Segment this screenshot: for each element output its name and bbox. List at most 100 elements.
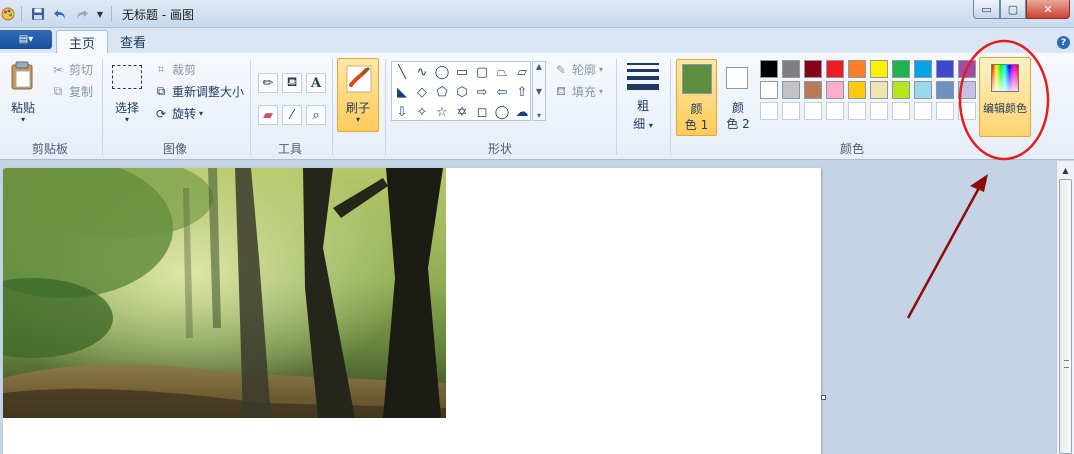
paste-label: 粘贴 — [10, 101, 35, 115]
size-button[interactable]: 粗 细 ▾ — [622, 59, 664, 133]
shape-item[interactable]: ▭ — [452, 62, 472, 82]
shape-item[interactable]: ◻ — [472, 102, 492, 122]
shape-item[interactable]: ✡ — [452, 102, 472, 122]
custom-color-slot[interactable] — [958, 102, 976, 120]
custom-color-slot[interactable] — [848, 102, 866, 120]
shape-item[interactable]: ⬠ — [432, 82, 452, 102]
shape-item[interactable]: ☆ — [432, 102, 452, 122]
save-icon[interactable] — [30, 5, 46, 23]
redo-icon[interactable] — [73, 5, 89, 23]
custom-color-slot[interactable] — [936, 102, 954, 120]
palette-swatch[interactable] — [958, 81, 976, 99]
shape-item[interactable]: ╲ — [392, 62, 412, 82]
minimize-button[interactable]: ▭ — [973, 0, 1000, 19]
fill-button[interactable]: ⛾ 填充 ▾ — [553, 83, 603, 100]
paste-button[interactable]: 粘贴 ▾ — [4, 57, 42, 131]
file-menu-icon: ▤▾ — [18, 34, 34, 45]
shape-item[interactable]: ⇩ — [392, 102, 412, 122]
custom-color-slot[interactable] — [782, 102, 800, 120]
palette-swatch[interactable] — [870, 60, 888, 78]
vertical-scrollbar[interactable]: ▲ — [1056, 161, 1074, 454]
custom-color-slot[interactable] — [870, 102, 888, 120]
color-2-button[interactable]: 颜 色 2 — [720, 59, 756, 136]
scrollbar-thumb[interactable] — [1059, 179, 1072, 454]
palette-swatch[interactable] — [958, 60, 976, 78]
custom-color-slot[interactable] — [804, 102, 822, 120]
palette-swatch[interactable] — [892, 81, 910, 99]
shape-item[interactable]: ☁ — [512, 102, 532, 122]
maximize-button[interactable]: ▢ — [1000, 0, 1026, 19]
magnifier-tool[interactable]: ⌕ — [306, 105, 326, 125]
edit-colors-button[interactable]: 编辑颜色 — [979, 57, 1031, 137]
file-menu-button[interactable]: ▤▾ — [0, 30, 52, 49]
color-1-label-bottom: 色 1 — [684, 118, 709, 132]
palette-swatch[interactable] — [804, 60, 822, 78]
palette-swatch[interactable] — [892, 60, 910, 78]
palette-swatch[interactable] — [848, 60, 866, 78]
outline-icon: ✎ — [555, 62, 567, 77]
scroll-up-arrow-icon[interactable]: ▲ — [1057, 162, 1074, 178]
canvas-resize-handle-right[interactable] — [821, 395, 826, 400]
shape-item[interactable]: ◇ — [412, 82, 432, 102]
shape-item[interactable]: ⇦ — [492, 82, 512, 102]
eraser-tool[interactable]: ▰ — [258, 105, 278, 125]
palette-swatch[interactable] — [804, 81, 822, 99]
shape-item[interactable]: ∿ — [412, 62, 432, 82]
palette-swatch[interactable] — [782, 60, 800, 78]
palette-swatch[interactable] — [760, 81, 778, 99]
cut-button[interactable]: ✂ 剪切 — [50, 61, 93, 78]
resize-icon: ⧉ — [156, 84, 166, 98]
select-label: 选择 — [114, 101, 139, 115]
minimize-icon: ▭ — [981, 2, 992, 16]
expand-gallery-icon[interactable]: ▾ — [537, 111, 541, 120]
shape-item[interactable]: ⏢ — [492, 62, 512, 82]
palette-swatch[interactable] — [826, 60, 844, 78]
paint-bucket-icon: ⛾ — [286, 74, 298, 90]
palette-swatch[interactable] — [782, 81, 800, 99]
shape-item[interactable]: ▢ — [472, 62, 492, 82]
color-picker-tool[interactable]: ⁄ — [282, 105, 302, 125]
palette-swatch[interactable] — [914, 81, 932, 99]
rotate-button[interactable]: ⟳ 旋转 ▾ — [153, 105, 203, 122]
shape-item[interactable]: ⇨ — [472, 82, 492, 102]
shape-item[interactable]: ◯ — [432, 62, 452, 82]
brush-button[interactable]: 刷子 ▾ — [337, 58, 379, 132]
palette-swatch[interactable] — [870, 81, 888, 99]
palette-swatch[interactable] — [936, 60, 954, 78]
fill-tool[interactable]: ⛾ — [282, 73, 302, 93]
custom-color-slot[interactable] — [760, 102, 778, 120]
text-tool[interactable]: A — [306, 73, 326, 93]
custom-color-slot[interactable] — [892, 102, 910, 120]
scroll-up-icon[interactable]: ▲ — [536, 62, 542, 71]
shape-item[interactable]: ⬡ — [452, 82, 472, 102]
close-button[interactable]: ✕ — [1026, 0, 1070, 19]
size-label-top: 粗 — [636, 99, 649, 113]
custom-color-slot[interactable] — [914, 102, 932, 120]
undo-icon[interactable] — [52, 5, 68, 23]
shape-item[interactable]: ⇧ — [512, 82, 532, 102]
palette-swatch[interactable] — [826, 81, 844, 99]
crop-button[interactable]: ⌗ 裁剪 — [153, 61, 196, 78]
copy-button[interactable]: ⧉ 复制 — [50, 83, 93, 100]
select-button[interactable]: 选择 ▾ — [108, 59, 146, 131]
shape-item[interactable]: ◯ — [492, 102, 512, 122]
custom-color-slot[interactable] — [826, 102, 844, 120]
shape-item[interactable]: ✧ — [412, 102, 432, 122]
shape-item[interactable]: ◣ — [392, 82, 412, 102]
shape-item[interactable]: ⏥ — [512, 62, 532, 82]
resize-button[interactable]: ⧉ 重新调整大小 — [153, 83, 244, 100]
palette-swatch[interactable] — [914, 60, 932, 78]
color-1-button[interactable]: 颜 色 1 — [676, 59, 717, 136]
scroll-down-icon[interactable]: ▼ — [536, 87, 542, 96]
tab-view[interactable]: 查看 — [108, 30, 158, 53]
shapes-scroll[interactable]: ▲ ▼ ▾ — [532, 61, 546, 121]
customize-quick-access-icon[interactable]: ▼ — [94, 5, 106, 23]
palette-swatch[interactable] — [848, 81, 866, 99]
outline-button[interactable]: ✎ 轮廓 ▾ — [553, 61, 603, 78]
tab-home[interactable]: 主页 — [56, 30, 109, 53]
palette-swatch[interactable] — [936, 81, 954, 99]
pencil-tool[interactable]: ✏ — [258, 73, 278, 93]
help-icon[interactable]: ? — [1057, 36, 1070, 49]
palette-swatch[interactable] — [760, 60, 778, 78]
paint-app-icon[interactable] — [0, 5, 16, 23]
